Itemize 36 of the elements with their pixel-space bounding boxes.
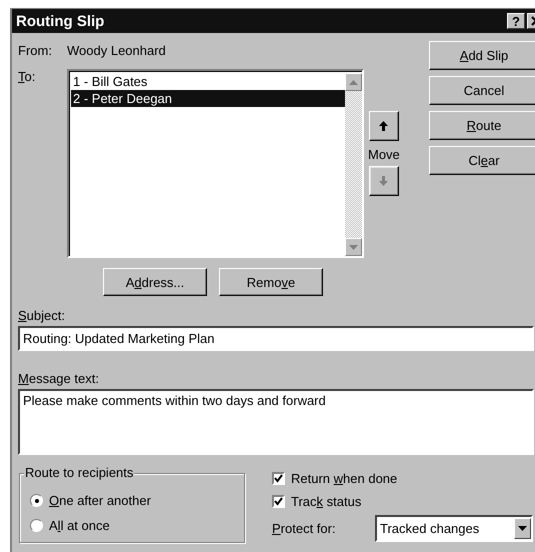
message-label: Message text: bbox=[18, 371, 100, 386]
recipient-item[interactable]: 1 - Bill Gates bbox=[71, 73, 345, 90]
subject-field[interactable]: Routing: Updated Marketing Plan bbox=[18, 326, 534, 351]
checkbox-label[interactable]: Track status bbox=[291, 494, 362, 509]
radio-button[interactable] bbox=[30, 494, 43, 507]
window-title: Routing Slip bbox=[16, 12, 106, 30]
dialog-button[interactable]: Add Slip bbox=[429, 41, 535, 70]
address-button[interactable]: Address... bbox=[103, 268, 207, 296]
dialog-button[interactable]: Route bbox=[429, 111, 535, 140]
recipient-list[interactable]: 1 - Bill Gates 2 - Peter Deegan bbox=[67, 69, 364, 258]
checkbox[interactable] bbox=[272, 495, 285, 508]
recipient-item[interactable]: 2 - Peter Deegan bbox=[71, 90, 345, 107]
radio-label[interactable]: All at once bbox=[49, 518, 110, 533]
to-label: To: bbox=[18, 69, 36, 86]
dialog-button[interactable]: Cancel bbox=[429, 76, 535, 105]
help-button[interactable]: ? bbox=[507, 13, 525, 29]
scroll-up-button[interactable] bbox=[345, 73, 362, 91]
move-up-button[interactable] bbox=[368, 111, 399, 141]
triangle-down-icon bbox=[349, 244, 358, 250]
from-label: From: bbox=[18, 43, 53, 60]
radio-button[interactable] bbox=[30, 519, 43, 532]
checkbox[interactable] bbox=[272, 472, 285, 485]
move-down-button[interactable] bbox=[368, 166, 399, 196]
scroll-down-button[interactable] bbox=[345, 238, 362, 256]
radio-label[interactable]: One after another bbox=[49, 493, 151, 508]
protect-dropdown[interactable]: Tracked changes bbox=[375, 515, 533, 542]
checkbox-label[interactable]: Return when done bbox=[291, 471, 398, 486]
message-field[interactable]: Please make comments within two days and forward bbox=[18, 389, 534, 455]
route-legend: Route to recipients bbox=[24, 465, 134, 480]
triangle-up-icon bbox=[349, 80, 358, 84]
dialog-button[interactable]: Clear bbox=[429, 146, 535, 175]
remove-button[interactable]: Remove bbox=[219, 268, 323, 296]
subject-label: Subject: bbox=[18, 308, 66, 323]
protect-label: Protect for: bbox=[272, 521, 337, 536]
move-label: Move bbox=[368, 147, 400, 162]
sender-name: Woody Leonhard bbox=[67, 43, 166, 60]
